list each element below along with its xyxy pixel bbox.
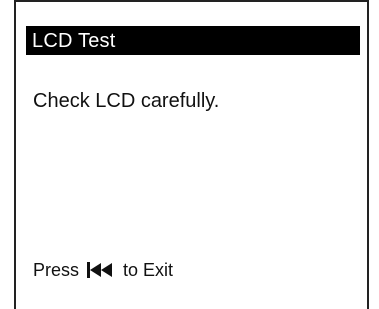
instruction-message: Check LCD carefully. [33, 90, 220, 112]
lcd-screen: LCD Test Check LCD carefully. Press to E… [14, 0, 369, 309]
exit-hint: Press to Exit [33, 261, 173, 279]
title-bar: LCD Test [26, 26, 360, 55]
press-label: Press [33, 260, 80, 280]
screen-title: LCD Test [32, 29, 116, 52]
skip-back-icon [87, 262, 115, 278]
exit-label: to Exit [123, 260, 174, 280]
